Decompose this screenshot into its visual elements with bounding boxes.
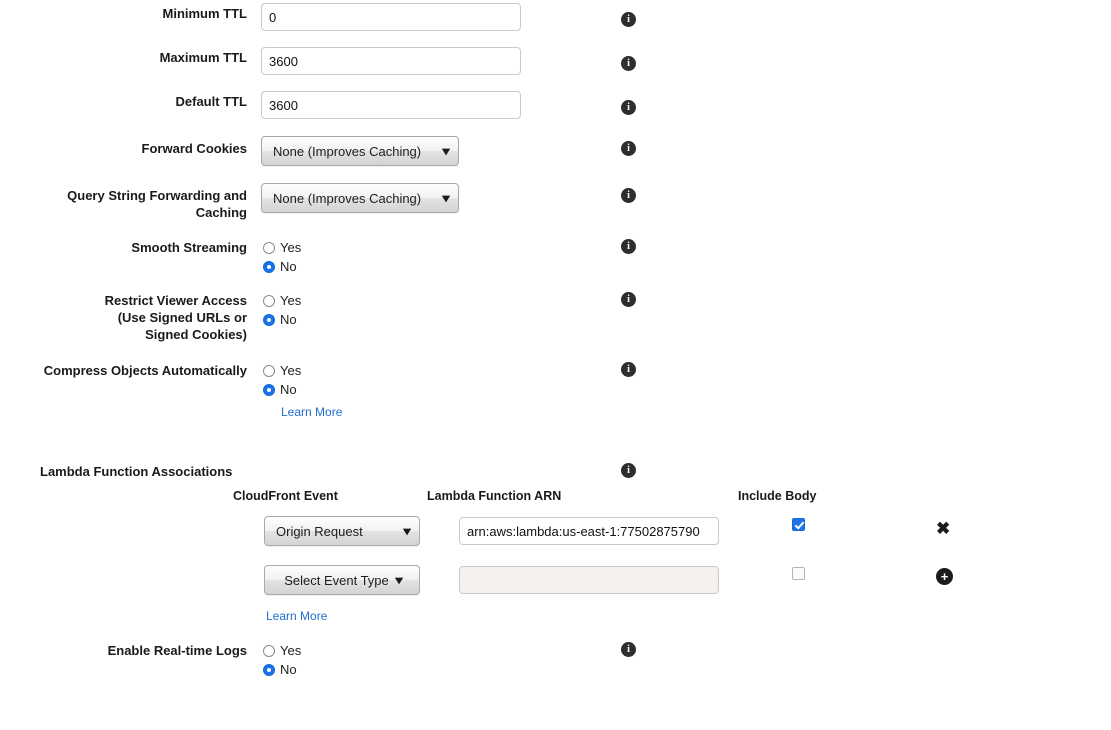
lambda-row-2-event-select[interactable]: Select Event Type ▾	[264, 565, 420, 595]
lambda-row-1-arn-input[interactable]	[459, 517, 719, 545]
label-compress-objects: Compress Objects Automatically	[43, 363, 247, 378]
label-smooth-streaming: Smooth Streaming	[131, 240, 247, 255]
info-icon-restrict-viewer-access[interactable]: i	[621, 292, 636, 307]
column-header-include-body: Include Body	[738, 489, 817, 503]
lambda-row-1-remove-icon[interactable]: ✖	[936, 520, 950, 537]
lambda-row-1-include-body-checkbox[interactable]	[792, 518, 805, 531]
restrict-viewer-access-option-no[interactable]: No	[263, 310, 301, 329]
enable-realtime-logs-option-no[interactable]: No	[263, 660, 301, 679]
column-header-lambda-function-arn: Lambda Function ARN	[427, 489, 562, 503]
enable-realtime-logs-option-no-label: No	[280, 662, 297, 677]
forward-cookies-select[interactable]: None (Improves Caching) ▾	[261, 136, 459, 166]
lambda-row-2-include-body-checkbox[interactable]	[792, 567, 805, 580]
radio-indicator-selected	[263, 663, 275, 676]
info-icon-enable-realtime-logs[interactable]: i	[621, 642, 636, 657]
restrict-viewer-access-option-yes-label: Yes	[280, 293, 302, 308]
restrict-viewer-access-option-no-label: No	[280, 312, 297, 327]
maximum-ttl-input[interactable]	[261, 47, 521, 75]
compress-objects-option-no[interactable]: No	[263, 380, 301, 399]
smooth-streaming-option-yes[interactable]: Yes	[263, 238, 301, 257]
default-ttl-input[interactable]	[261, 91, 521, 119]
compress-objects-option-yes[interactable]: Yes	[263, 361, 301, 380]
info-icon-default-ttl[interactable]: i	[621, 100, 636, 115]
smooth-streaming-option-no[interactable]: No	[263, 257, 301, 276]
radio-indicator	[263, 241, 275, 254]
lambda-function-associations-label: Lambda Function Associations	[40, 464, 233, 479]
smooth-streaming-radio-group: Yes No	[263, 238, 301, 276]
chevron-down-icon: ▾	[442, 191, 450, 205]
info-icon-smooth-streaming[interactable]: i	[621, 239, 636, 254]
enable-realtime-logs-radio-group: Yes No	[263, 641, 301, 679]
info-icon-minimum-ttl[interactable]: i	[621, 12, 636, 27]
label-forward-cookies: Forward Cookies	[141, 141, 247, 156]
compress-objects-option-yes-label: Yes	[280, 363, 302, 378]
enable-realtime-logs-option-yes-label: Yes	[280, 643, 302, 658]
radio-indicator-selected	[263, 260, 275, 273]
radio-indicator-selected	[263, 383, 275, 396]
lambda-row-2-event-value: Select Event Type	[284, 572, 389, 588]
cloudfront-cache-behavior-form: Minimum TTL i Maximum TTL i Default TTL …	[0, 0, 1111, 730]
info-icon-lambda-function-associations[interactable]: i	[621, 463, 636, 478]
radio-indicator	[263, 294, 275, 307]
lambda-row-2-arn-input[interactable]	[459, 566, 719, 594]
info-icon-compress-objects[interactable]: i	[621, 362, 636, 377]
info-icon-forward-cookies[interactable]: i	[621, 141, 636, 156]
smooth-streaming-option-no-label: No	[280, 259, 297, 274]
label-maximum-ttl: Maximum TTL	[159, 50, 247, 65]
label-default-ttl: Default TTL	[175, 94, 248, 109]
chevron-down-icon: ▾	[394, 573, 403, 587]
restrict-viewer-access-option-yes[interactable]: Yes	[263, 291, 301, 310]
lambda-learn-more-link[interactable]: Learn More	[266, 609, 327, 623]
info-icon-query-string-forwarding[interactable]: i	[621, 188, 636, 203]
radio-indicator	[263, 644, 275, 657]
label-minimum-ttl: Minimum TTL	[162, 6, 248, 21]
enable-realtime-logs-option-yes[interactable]: Yes	[263, 641, 301, 660]
restrict-viewer-access-radio-group: Yes No	[263, 291, 301, 329]
lambda-row-1-event-value: Origin Request	[276, 523, 363, 539]
smooth-streaming-option-yes-label: Yes	[280, 240, 302, 255]
compress-learn-more-link[interactable]: Learn More	[281, 405, 342, 419]
lambda-row-1-event-select[interactable]: Origin Request ▾	[264, 516, 420, 546]
minimum-ttl-input[interactable]	[261, 3, 521, 31]
chevron-down-icon: ▾	[442, 144, 450, 158]
query-string-forwarding-select[interactable]: None (Improves Caching) ▾	[261, 183, 459, 213]
label-restrict-viewer-access-line3: Signed Cookies)	[145, 327, 247, 342]
label-enable-realtime-logs: Enable Real-time Logs	[107, 643, 247, 658]
lambda-row-2-add-icon[interactable]: +	[936, 568, 953, 585]
info-icon-maximum-ttl[interactable]: i	[621, 56, 636, 71]
radio-indicator-selected	[263, 313, 275, 326]
radio-indicator	[263, 364, 275, 377]
forward-cookies-value: None (Improves Caching)	[273, 143, 422, 159]
query-string-forwarding-value: None (Improves Caching)	[273, 190, 422, 206]
compress-objects-option-no-label: No	[280, 382, 297, 397]
compress-objects-radio-group: Yes No	[263, 361, 301, 399]
column-header-cloudfront-event: CloudFront Event	[233, 489, 338, 503]
chevron-down-icon: ▾	[403, 524, 411, 538]
label-query-string-forwarding-line2: Caching	[195, 205, 247, 220]
